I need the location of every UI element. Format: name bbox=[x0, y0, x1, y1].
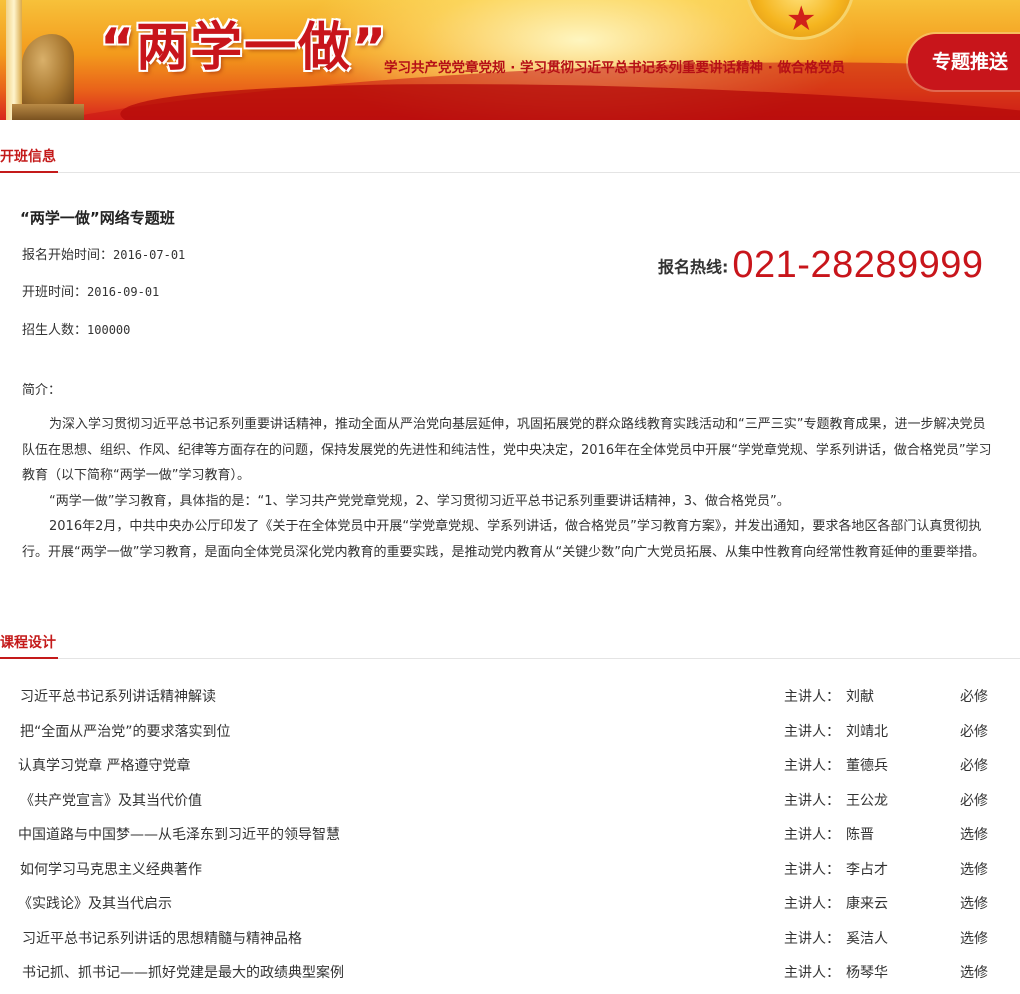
lecturer-label: 主讲人： bbox=[784, 896, 840, 912]
course-row[interactable]: 中国道路与中国梦——从毛泽东到习近平的领导智慧 主讲人： 陈晋 选修 bbox=[0, 818, 1020, 852]
banner-title: “两学一做” bbox=[100, 18, 389, 78]
signup-start-value: 2016-07-01 bbox=[113, 248, 186, 262]
course-row[interactable]: 把“全面从严治党”的要求落实到位 主讲人： 刘靖北 必修 bbox=[0, 715, 1020, 749]
lecturer-name: 李占才 bbox=[846, 862, 888, 878]
quota-row: 招生人数：100000 bbox=[22, 319, 130, 338]
course-type: 选修 bbox=[960, 931, 988, 947]
topic-push-button[interactable]: 专题推送 bbox=[908, 34, 1020, 90]
stone-lion-base bbox=[12, 104, 84, 120]
course-title-link[interactable]: 把“全面从严治党”的要求落实到位 bbox=[20, 715, 231, 749]
course-title-link[interactable]: 习近平总书记系列讲话的思想精髓与精神品格 bbox=[22, 922, 302, 956]
course-title-link[interactable]: 如何学习马克思主义经典著作 bbox=[20, 853, 202, 887]
hotline-label: 报名热线: bbox=[658, 257, 729, 277]
course-title-link[interactable]: 中国道路与中国梦——从毛泽东到习近平的领导智慧 bbox=[18, 818, 340, 852]
lecturer-label: 主讲人： bbox=[784, 758, 840, 774]
course-title-link[interactable]: 《共产党宣言》及其当代价值 bbox=[20, 784, 202, 818]
course-type: 必修 bbox=[960, 689, 988, 705]
lecturer-name: 杨琴华 bbox=[846, 965, 888, 981]
course-row[interactable]: 认真学习党章 严格遵守党章 主讲人： 董德兵 必修 bbox=[0, 749, 1020, 783]
lecturer-name: 董德兵 bbox=[846, 758, 888, 774]
course-type: 选修 bbox=[960, 896, 988, 912]
course-section-title: 课程设计 bbox=[0, 633, 58, 659]
intro-paragraph: 2016年2月，中共中央办公厅印发了《关于在全体党员中开展“学党章党规、学系列讲… bbox=[22, 519, 985, 560]
course-type: 必修 bbox=[960, 724, 988, 740]
class-start-label: 开班时间： bbox=[22, 285, 88, 300]
star-icon: ★ bbox=[786, 0, 817, 39]
lecturer-name: 刘靖北 bbox=[846, 724, 888, 740]
lecturer-label: 主讲人： bbox=[784, 827, 840, 843]
course-row[interactable]: 《实践论》及其当代启示 主讲人： 康来云 选修 bbox=[0, 887, 1020, 921]
banner-slogan: 学习共产党党章党规 · 学习贯彻习近平总书记系列重要讲话精神 · 做合格党员 bbox=[384, 60, 846, 76]
lecturer-label: 主讲人： bbox=[784, 724, 840, 740]
class-info-section-title: 开班信息 bbox=[0, 147, 58, 173]
class-info-section-header: 开班信息 bbox=[0, 147, 1020, 173]
lecturer-name: 王公龙 bbox=[846, 793, 888, 809]
lecturer-label: 主讲人： bbox=[784, 965, 840, 981]
course-title-link[interactable]: 书记抓、抓书记——抓好党建是最大的政绩典型案例 bbox=[22, 956, 344, 990]
course-type: 选修 bbox=[960, 827, 988, 843]
course-title-link[interactable]: 习近平总书记系列讲话精神解读 bbox=[20, 680, 216, 714]
course-title-link[interactable]: 《实践论》及其当代启示 bbox=[18, 887, 172, 921]
course-row[interactable]: 习近平总书记系列讲话的思想精髓与精神品格 主讲人： 奚洁人 选修 bbox=[0, 922, 1020, 956]
course-row[interactable]: 习近平总书记系列讲话精神解读 主讲人： 刘献 必修 bbox=[0, 680, 1020, 714]
class-start-value: 2016-09-01 bbox=[87, 285, 160, 299]
quota-value: 100000 bbox=[87, 323, 131, 337]
course-type: 必修 bbox=[960, 793, 988, 809]
intro-paragraph: “两学一做”学习教育，具体指的是：“1、学习共产党党章党规，2、学习贯彻习近平总… bbox=[49, 493, 790, 509]
lecturer-label: 主讲人： bbox=[784, 793, 840, 809]
class-name: “两学一做”网络专题班 bbox=[20, 209, 175, 227]
course-type: 必修 bbox=[960, 758, 988, 774]
course-title-link[interactable]: 认真学习党章 严格遵守党章 bbox=[18, 749, 190, 783]
course-section-header: 课程设计 bbox=[0, 633, 1020, 659]
signup-hotline: 报名热线: 021-28289999 bbox=[658, 244, 984, 287]
course-row[interactable]: 《共产党宣言》及其当代价值 主讲人： 王公龙 必修 bbox=[0, 784, 1020, 818]
stone-lion-icon bbox=[22, 34, 74, 108]
signup-start-label: 报名开始时间： bbox=[22, 248, 114, 263]
intro-paragraph: 为深入学习贯彻习近平总书记系列重要讲话精神，推动全面从严治党向基层延伸，巩固拓展… bbox=[22, 417, 992, 484]
lecturer-name: 奚洁人 bbox=[846, 931, 888, 947]
course-row[interactable]: 如何学习马克思主义经典著作 主讲人： 李占才 选修 bbox=[0, 853, 1020, 887]
huabiao-pillar-icon bbox=[6, 0, 22, 120]
signup-start-row: 报名开始时间：2016-07-01 bbox=[22, 244, 185, 263]
topic-banner: ★ “两学一做” 学习共产党党章党规 · 学习贯彻习近平总书记系列重要讲话精神 … bbox=[0, 0, 1020, 120]
lecturer-name: 刘献 bbox=[846, 689, 874, 705]
course-row[interactable]: 书记抓、抓书记——抓好党建是最大的政绩典型案例 主讲人： 杨琴华 选修 bbox=[0, 956, 1020, 990]
quota-label: 招生人数： bbox=[22, 323, 88, 338]
course-type: 选修 bbox=[960, 965, 988, 981]
course-type: 选修 bbox=[960, 862, 988, 878]
lecturer-name: 陈晋 bbox=[846, 827, 874, 843]
class-start-row: 开班时间：2016-09-01 bbox=[22, 281, 159, 300]
lecturer-label: 主讲人： bbox=[784, 689, 840, 705]
hotline-number: 021-28289999 bbox=[732, 244, 984, 286]
lecturer-name: 康来云 bbox=[846, 896, 888, 912]
intro-text: 为深入学习贯彻习近平总书记系列重要讲话精神，推动全面从严治党向基层延伸，巩固拓展… bbox=[22, 412, 998, 566]
intro-label: 简介： bbox=[22, 383, 62, 398]
lecturer-label: 主讲人： bbox=[784, 862, 840, 878]
lecturer-label: 主讲人： bbox=[784, 931, 840, 947]
